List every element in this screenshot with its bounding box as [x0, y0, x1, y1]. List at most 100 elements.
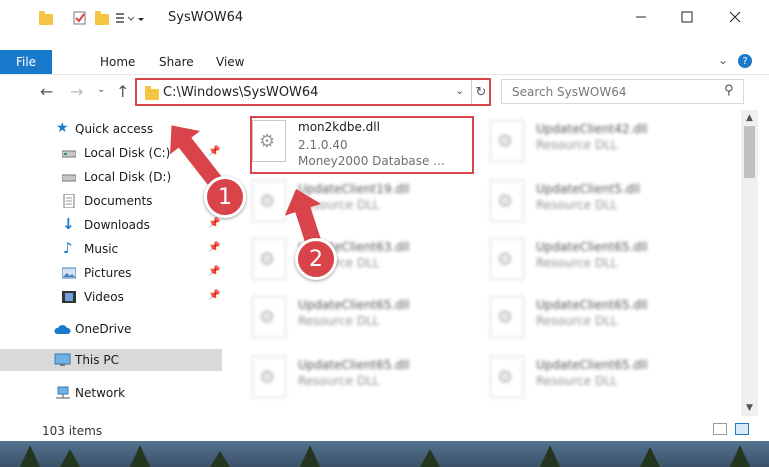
dll-file-icon	[252, 356, 286, 398]
file-tile[interactable]: UpdateClient65.dll Resource DLL	[238, 350, 458, 406]
sidebar-item-label: Local Disk (C:)	[84, 146, 171, 160]
sidebar-item-videos[interactable]: Videos 📌	[0, 286, 222, 308]
star-icon: ★	[56, 120, 69, 136]
sidebar-item-music[interactable]: ♪ Music 📌	[0, 238, 222, 260]
sidebar-item-onedrive[interactable]: OneDrive	[0, 318, 222, 340]
sidebar-item-label: Downloads	[84, 218, 150, 232]
recent-locations-icon[interactable]: ⌄	[97, 84, 105, 95]
tab-file[interactable]: File	[0, 50, 52, 74]
tree-shape	[420, 449, 440, 467]
forward-arrow-icon[interactable]: →	[70, 82, 83, 101]
file-tile[interactable]: UpdateClient65.dll Resource DLL	[476, 350, 696, 406]
ribbon: File Home Share View ⌄ ?	[0, 44, 769, 75]
sidebar-item-this-pc[interactable]: This PC	[0, 349, 222, 371]
file-name: UpdateClient65.dll	[536, 358, 648, 372]
sidebar-item-downloads[interactable]: ↓ Downloads 📌	[0, 214, 222, 236]
customize-toolbar-icon[interactable]	[114, 10, 144, 26]
close-button[interactable]	[712, 0, 758, 34]
address-path[interactable]: C:\Windows\SysWOW64	[163, 85, 318, 100]
dll-file-icon	[490, 238, 524, 280]
dll-file-icon	[252, 238, 286, 280]
sidebar-item-label: Music	[84, 242, 119, 256]
details-view-icon[interactable]	[713, 423, 727, 435]
tab-home[interactable]: Home	[100, 55, 135, 69]
file-tile[interactable]: UpdateClient5.dll Resource DLL	[476, 174, 696, 230]
pin-icon: 📌	[208, 242, 221, 253]
file-tile[interactable]: UpdateClient63.dll Resource DLL	[238, 232, 458, 288]
vertical-scrollbar[interactable]: ▲ ▼	[741, 110, 758, 416]
desktop-background	[0, 441, 769, 467]
sidebar-item-label: Quick access	[75, 122, 154, 136]
file-type: Resource DLL	[536, 198, 618, 212]
tree-shape	[300, 445, 320, 467]
sidebar-item-local-disk-d[interactable]: Local Disk (D:)	[0, 166, 222, 188]
new-folder-icon[interactable]	[94, 10, 110, 26]
search-box[interactable]: ⚲	[501, 79, 744, 104]
dll-file-icon	[490, 180, 524, 222]
help-button[interactable]: ?	[738, 54, 752, 68]
sidebar-item-network[interactable]: Network	[0, 382, 222, 404]
properties-icon[interactable]	[72, 10, 88, 26]
documents-icon	[63, 194, 75, 208]
window-title: SysWOW64	[168, 10, 244, 25]
sidebar-item-label: Local Disk (D:)	[84, 170, 172, 184]
file-name: UpdateClient65.dll	[536, 298, 648, 312]
address-bar[interactable]: C:\Windows\SysWOW64 ⌄ ↻	[135, 78, 491, 106]
sidebar-item-documents[interactable]: Documents 📌	[0, 190, 222, 212]
tree-shape	[210, 451, 230, 467]
sidebar-item-pictures[interactable]: Pictures 📌	[0, 262, 222, 284]
maximize-button[interactable]	[664, 0, 710, 34]
drive-icon	[62, 174, 76, 182]
pin-icon: 📌	[208, 218, 221, 229]
refresh-icon[interactable]: ↻	[471, 80, 490, 104]
tab-share[interactable]: Share	[159, 55, 194, 69]
pin-icon: 📌	[208, 266, 221, 277]
file-tile[interactable]: UpdateClient19.dll Resource DLL	[238, 174, 458, 230]
close-icon	[729, 11, 741, 23]
tree-shape	[60, 449, 80, 467]
sidebar-item-label: Documents	[84, 194, 153, 208]
chevron-down-icon[interactable]: ⌄	[455, 84, 464, 97]
step-badge-2: 2	[295, 238, 337, 280]
scroll-up-icon[interactable]: ▲	[741, 110, 758, 126]
download-icon: ↓	[62, 215, 75, 233]
dll-file-icon	[252, 296, 286, 338]
file-tile[interactable]: UpdateClient42.dll Resource DLL	[476, 114, 696, 170]
file-name: UpdateClient42.dll	[536, 122, 648, 136]
file-name: UpdateClient65.dll	[298, 298, 410, 312]
sidebar-item-label: Pictures	[84, 266, 132, 280]
pictures-icon	[62, 267, 76, 279]
up-arrow-icon[interactable]: ↑	[116, 82, 129, 101]
tree-shape	[640, 447, 660, 467]
dll-file-icon	[490, 356, 524, 398]
dll-file-icon	[490, 120, 524, 162]
file-name: UpdateClient5.dll	[536, 182, 640, 196]
search-icon[interactable]: ⚲	[724, 83, 734, 98]
scrollbar-thumb[interactable]	[744, 126, 755, 178]
tree-shape	[20, 445, 40, 467]
tab-view[interactable]: View	[216, 55, 244, 69]
scroll-down-icon[interactable]: ▼	[741, 400, 758, 416]
pin-icon: 📌	[208, 290, 221, 301]
tree-shape	[730, 445, 750, 467]
back-arrow-icon[interactable]: ←	[40, 82, 53, 101]
file-highlight-box	[250, 116, 474, 174]
file-tile[interactable]: UpdateClient65.dll Resource DLL	[476, 290, 696, 346]
step-badge-1: 1	[204, 176, 246, 218]
minimize-button[interactable]	[618, 0, 664, 34]
sidebar-item-label: OneDrive	[75, 322, 132, 336]
tree-shape	[540, 445, 560, 467]
search-input[interactable]	[510, 83, 714, 101]
network-icon	[56, 386, 70, 399]
folder-icon	[38, 10, 54, 26]
cloud-icon	[54, 325, 71, 334]
file-name: UpdateClient65.dll	[536, 240, 648, 254]
item-count: 103 items	[42, 424, 103, 438]
file-tile[interactable]: UpdateClient65.dll Resource DLL	[476, 232, 696, 288]
minimize-icon	[636, 16, 646, 18]
file-tile[interactable]: UpdateClient65.dll Resource DLL	[238, 290, 458, 346]
drive-icon	[62, 150, 76, 158]
file-type: Resource DLL	[536, 138, 618, 152]
expand-ribbon-icon[interactable]: ⌄	[718, 53, 728, 67]
large-icons-view-icon[interactable]	[735, 423, 749, 435]
